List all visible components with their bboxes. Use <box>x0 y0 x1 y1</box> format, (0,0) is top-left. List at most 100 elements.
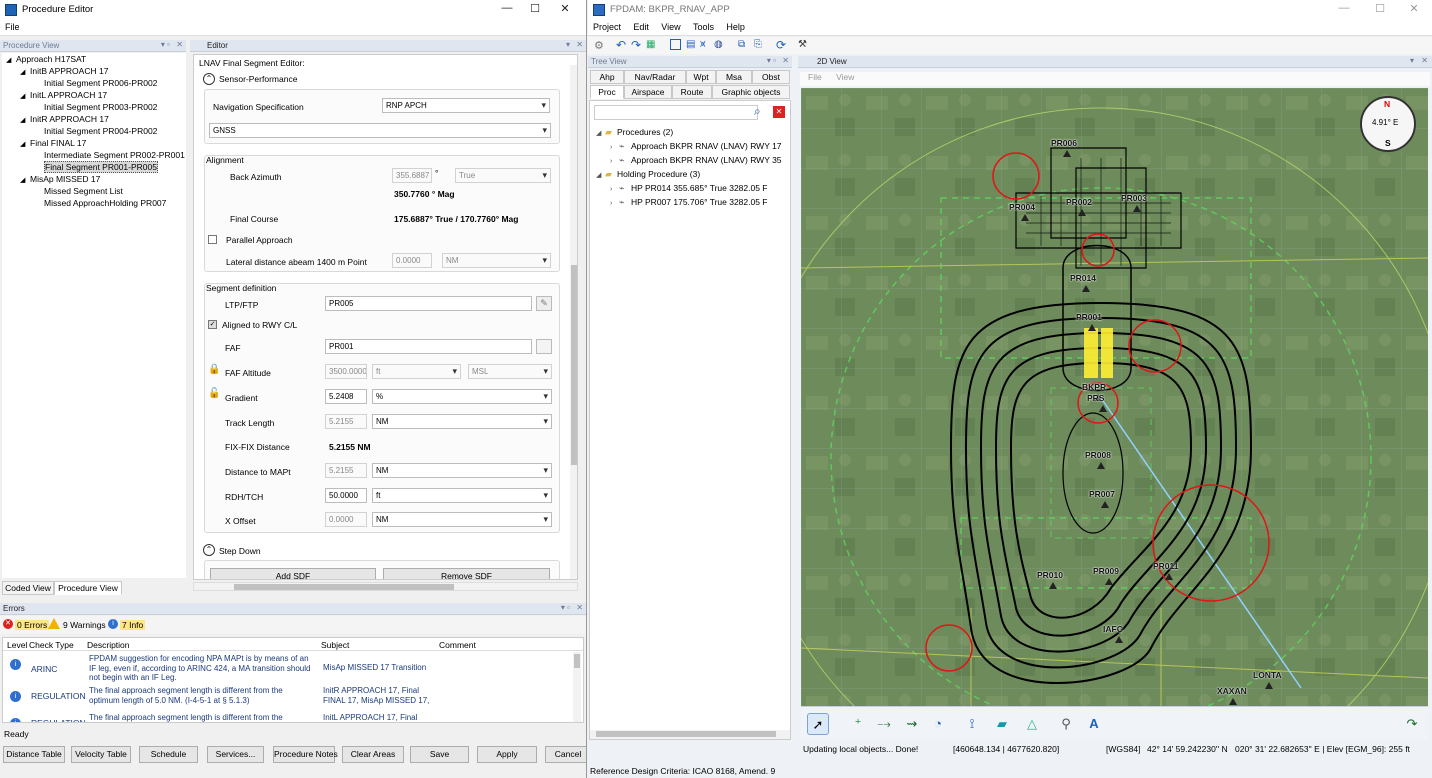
map-svg[interactable] <box>801 88 1428 706</box>
fpdam-tree-item[interactable]: › ⌁ HP PR014 355.685° True 3282.05 F <box>596 181 792 195</box>
tab-ahp[interactable]: Ahp <box>590 70 624 84</box>
fpdam-tree-item[interactable]: › ⌁ Approach BKPR RNAV (LNAV) RWY 35 <box>596 153 792 167</box>
pin-icon[interactable]: ▾ ▫ <box>161 40 170 49</box>
nav-spec-select[interactable]: RNP APCH <box>382 98 550 113</box>
gradient-unit-select[interactable]: % <box>372 389 552 404</box>
expand-icon[interactable]: ◢ <box>20 91 30 103</box>
collapse-sensor-icon[interactable]: ⌃ <box>203 73 215 85</box>
minimize-button[interactable]: — <box>493 2 521 18</box>
tab-coded-view[interactable]: Coded View <box>2 581 54 595</box>
close-button[interactable]: ✕ <box>551 2 579 18</box>
frame-icon[interactable] <box>670 39 681 50</box>
tree-pin-icon[interactable]: ▾ ▫ <box>767 56 776 65</box>
col-level[interactable]: Level <box>7 640 27 650</box>
clear-search-icon[interactable]: ✕ <box>773 106 785 118</box>
waypoint-label[interactable]: IAFC <box>1103 624 1123 634</box>
waypoint-marker-icon[interactable] <box>1021 214 1029 221</box>
menu-tools[interactable]: Tools <box>688 20 719 34</box>
tool-icon[interactable]: ⚒ <box>798 39 807 50</box>
errors-scroll-thumb[interactable] <box>574 654 580 668</box>
paste-icon[interactable]: ⎘ <box>754 39 762 50</box>
x-offset-unit-select[interactable]: NM <box>372 512 552 527</box>
map-pin-icon[interactable]: ▾ <box>1410 56 1414 65</box>
editor-hscrollbar[interactable] <box>193 582 578 591</box>
error-row[interactable]: i REGULATIONThe final approach segment le… <box>3 685 583 715</box>
redo-icon[interactable]: ↷ <box>631 38 641 52</box>
action-button-cancel[interactable]: Cancel <box>545 746 586 763</box>
waypoint-label[interactable]: XAXAN <box>1217 686 1247 696</box>
waypoint-label[interactable]: PR014 <box>1070 273 1096 283</box>
chart-icon[interactable]: ⩙ <box>700 39 706 50</box>
tree-close-icon[interactable]: ✕ <box>782 56 789 65</box>
maximize-button[interactable]: ☐ <box>521 2 549 18</box>
parallel-approach-checkbox[interactable] <box>208 235 217 244</box>
fpdam-tree-item[interactable]: ◢ ▰ Procedures (2) <box>596 125 792 139</box>
expand-icon[interactable]: ◢ <box>596 169 605 183</box>
action-button-apply[interactable]: Apply <box>477 746 537 763</box>
select-arrow-icon[interactable]: ➚ <box>807 713 829 735</box>
unlock-icon[interactable]: 🔓 <box>208 389 220 399</box>
waypoint-marker-icon[interactable] <box>1063 150 1071 157</box>
globe-icon[interactable]: ◍ <box>714 39 723 50</box>
map-tab[interactable]: 2D View <box>817 57 847 66</box>
waypoint-label[interactable]: PR002 <box>1066 197 1092 207</box>
collapse-stepdown-icon[interactable]: ⌃ <box>203 544 215 556</box>
layers-icon[interactable]: ▦ <box>646 39 655 50</box>
lock-icon[interactable]: 🔒 <box>208 365 220 375</box>
filter-info[interactable]: 7 Info <box>120 620 146 630</box>
procedure-tree-item[interactable]: ◢ InitB APPROACH 17 <box>2 65 186 77</box>
waypoint-label[interactable]: PR007 <box>1089 489 1115 499</box>
add-line-icon[interactable]: ⤍ <box>873 713 895 735</box>
error-row[interactable]: i REGULATIONThe final approach segment le… <box>3 712 583 722</box>
settings-icon[interactable]: ⚙ <box>594 39 604 52</box>
waypoint-marker-icon[interactable] <box>1133 205 1141 212</box>
fpdam-minimize-button[interactable]: — <box>1330 2 1358 18</box>
tab-procedure-view[interactable]: Procedure View <box>54 581 122 595</box>
map-close-icon[interactable]: ✕ <box>1421 56 1428 65</box>
map-menu-view[interactable]: View <box>836 72 854 82</box>
errors-pin-icon[interactable]: ▾ ▫ <box>561 603 570 612</box>
route-icon[interactable]: ↷ <box>1401 713 1423 735</box>
waypoint-marker-icon[interactable] <box>1115 636 1123 643</box>
procedure-tree-item[interactable]: Missed ApproachHolding PR007 <box>2 197 186 209</box>
tree-hscroll-thumb[interactable] <box>596 731 776 737</box>
distance-mapt-input[interactable]: 5.2155 <box>325 463 367 478</box>
track-length-unit-select[interactable]: NM <box>372 414 552 429</box>
map-menu-file[interactable]: File <box>808 72 822 82</box>
faf-altitude-input[interactable]: 3500.0000 <box>325 364 367 379</box>
filter-errors[interactable]: 0 Errors <box>15 620 50 630</box>
waypoint-label[interactable]: PR001 <box>1076 312 1102 322</box>
menu-file[interactable]: File <box>0 20 25 34</box>
waypoint-label[interactable]: BKPR <box>1082 382 1106 392</box>
add-sdf-button[interactable]: Add SDF <box>210 568 376 579</box>
waypoint-label[interactable]: PR011 <box>1153 561 1179 571</box>
col-subject[interactable]: Subject <box>321 640 349 650</box>
expand-icon[interactable]: ◢ <box>20 67 30 79</box>
tree-hscrollbar[interactable] <box>590 730 790 739</box>
procedure-tree-item[interactable]: ◢ Approach H17SAT <box>2 53 186 65</box>
rdh-unit-select[interactable]: ft <box>372 488 552 503</box>
tab-nav-radar[interactable]: Nav/Radar <box>624 70 686 84</box>
menu-view[interactable]: View <box>656 20 685 34</box>
faf-altitude-ref-select[interactable]: MSL <box>468 364 552 379</box>
refresh-icon[interactable]: ⟳ <box>776 38 786 52</box>
action-button-procedure-notes[interactable]: Procedure Notes <box>273 746 338 763</box>
distance-mapt-unit-select[interactable]: NM <box>372 463 552 478</box>
waypoint-label[interactable]: PR003 <box>1121 193 1147 203</box>
waypoint-label[interactable]: PR008 <box>1085 450 1111 460</box>
action-button-clear-areas[interactable]: Clear Areas <box>342 746 404 763</box>
add-arc-icon[interactable]: ◔ <box>927 713 949 735</box>
expand-icon[interactable]: ◢ <box>20 115 30 127</box>
measure-icon[interactable]: ⚲ <box>1055 713 1077 735</box>
errors-scrollbar[interactable] <box>573 652 581 722</box>
waypoint-marker-icon[interactable] <box>1105 578 1113 585</box>
lateral-distance-input[interactable]: 0.0000 <box>392 253 432 268</box>
remove-sdf-button[interactable]: Remove SDF <box>383 568 550 579</box>
fpdam-tree-item[interactable]: ◢ ▰ Holding Procedure (3) <box>596 167 792 181</box>
action-button-services[interactable]: Services... <box>207 746 264 763</box>
edit-pencil-icon[interactable]: ✎ <box>536 296 552 311</box>
waypoint-marker-icon[interactable] <box>1078 209 1086 216</box>
action-button-distance-table[interactable]: Distance Table <box>3 746 65 763</box>
fpdam-tree-item[interactable]: › ⌁ HP PR007 175.706° True 3282.05 F <box>596 195 792 209</box>
fpdam-close-button[interactable]: ✕ <box>1400 2 1428 18</box>
